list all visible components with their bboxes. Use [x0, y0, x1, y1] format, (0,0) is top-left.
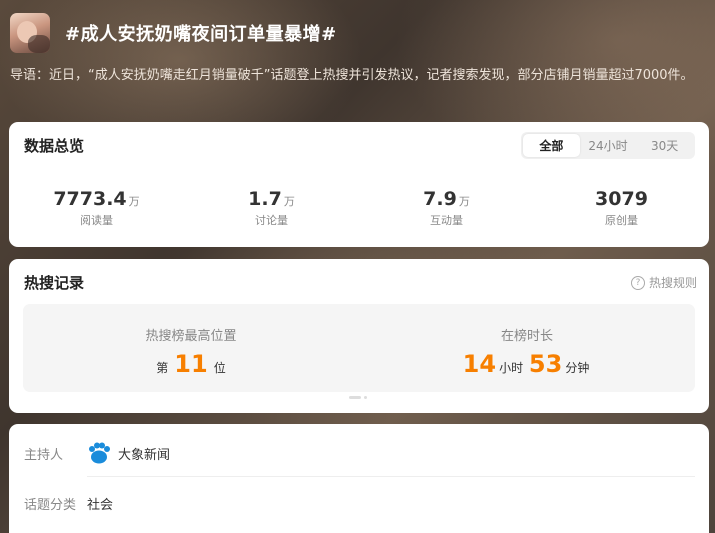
stat-value: 7773.4	[53, 188, 127, 210]
stat-label: 原创量	[605, 214, 638, 227]
time-range-tabs: 全部 24小时 30天	[521, 132, 695, 159]
stats-row: 7773.4 万 阅读量 1.7 万 讨论量 7.9 万 互动量 3079 原创量	[9, 188, 709, 228]
hot-search-stats: 热搜榜最高位置 第 11 位 在榜时长 14 小时 53 分钟	[23, 304, 695, 392]
rank-block: 热搜榜最高位置 第 11 位	[23, 304, 359, 392]
category-label: 话题分类	[24, 498, 77, 513]
minutes-unit: 分钟	[565, 361, 590, 375]
stat-value: 1.7	[248, 188, 282, 210]
stat-unit: 万	[128, 195, 140, 208]
divider	[87, 476, 695, 477]
overview-card: 数据总览 全部 24小时 30天 7773.4 万 阅读量 1.7 万 讨论量 7.…	[9, 122, 709, 247]
stat-unit: 万	[283, 195, 295, 208]
topic-intro: 导语：近日，“成人安抚奶嘴走红月销量破千”话题登上热搜并引发热议，记者搜索发现，…	[10, 68, 694, 83]
pager-dots	[349, 396, 367, 399]
category-row: 话题分类 社会	[24, 494, 113, 513]
rank-label: 热搜榜最高位置	[145, 329, 237, 344]
stat-value: 7.9	[423, 188, 457, 210]
topic-title: #成人安抚奶嘴夜间订单量暴增#	[65, 24, 337, 45]
rules-label: 热搜规则	[648, 276, 697, 290]
host-label: 主持人	[24, 447, 64, 463]
paw-logo-icon[interactable]	[87, 441, 111, 465]
topic-avatar	[10, 13, 50, 53]
minutes-value: 53	[528, 350, 563, 378]
tab-30d[interactable]: 30天	[636, 134, 693, 157]
topic-info-card: 主持人 大象新闻 话题分类 社会	[9, 424, 709, 533]
pager-dot	[364, 396, 367, 399]
hot-search-rules-link[interactable]: ? 热搜规则	[630, 274, 697, 291]
category-value[interactable]: 社会	[87, 494, 113, 513]
stat-unit: 万	[458, 195, 470, 208]
stat-label: 互动量	[430, 214, 463, 227]
tab-all[interactable]: 全部	[523, 134, 580, 157]
duration-label: 在榜时长	[500, 329, 553, 344]
stat-value: 3079	[595, 188, 648, 210]
hot-search-card: 热搜记录 ? 热搜规则 热搜榜最高位置 第 11 位 在榜时长 14 小时 53 分钟	[9, 259, 709, 413]
stat-discussions: 1.7 万 讨论量	[184, 188, 359, 228]
pager-dot-active	[349, 396, 361, 399]
topic-header: #成人安抚奶嘴夜间订单量暴增# 导语：近日，“成人安抚奶嘴走红月销量破千”话题登…	[0, 0, 715, 122]
stat-interactions: 7.9 万 互动量	[359, 188, 534, 228]
rank-suffix: 位	[213, 361, 226, 375]
duration-block: 在榜时长 14 小时 53 分钟	[359, 304, 695, 392]
rank-prefix: 第	[156, 361, 169, 375]
tab-24h[interactable]: 24小时	[580, 134, 637, 157]
stat-reads: 7773.4 万 阅读量	[9, 188, 184, 228]
hot-search-title: 热搜记录	[24, 274, 85, 292]
overview-title: 数据总览	[24, 137, 85, 155]
rank-value: 11	[174, 350, 208, 378]
hours-unit: 小时	[499, 361, 524, 375]
stat-originals: 3079 原创量	[534, 188, 709, 228]
question-circle-icon: ?	[630, 275, 645, 290]
stat-label: 阅读量	[80, 214, 113, 227]
host-row: 主持人 大象新闻	[24, 441, 170, 465]
host-name[interactable]: 大象新闻	[118, 444, 170, 463]
stat-label: 讨论量	[255, 214, 288, 227]
hours-value: 14	[462, 350, 497, 378]
